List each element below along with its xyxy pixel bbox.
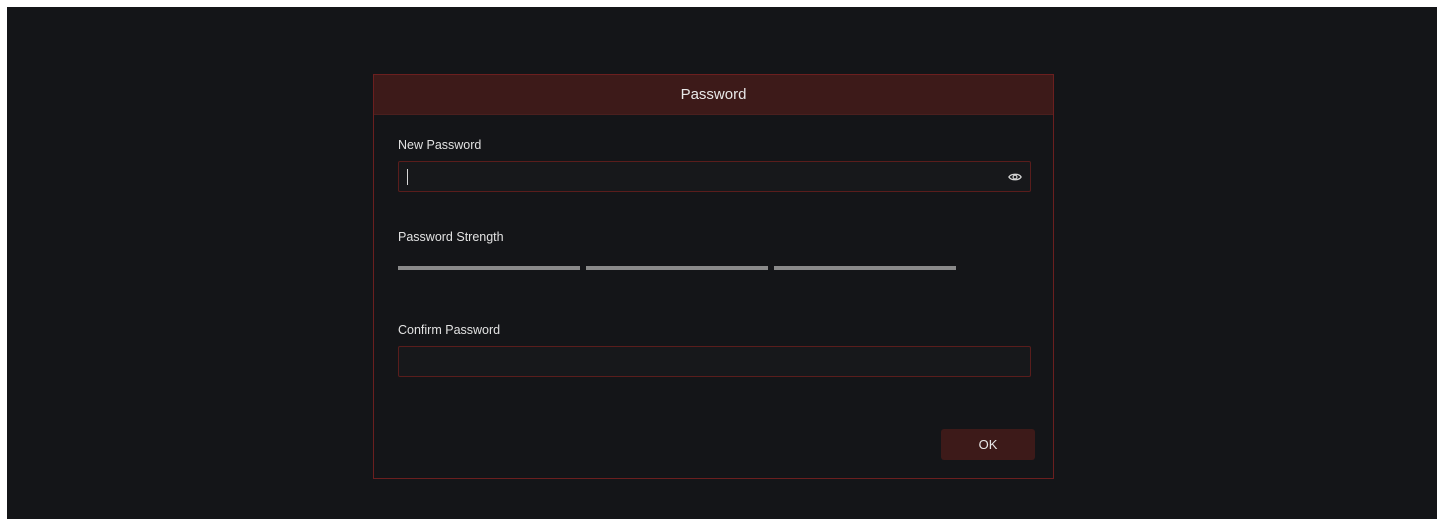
screen-background: Password New Password Password Strength … — [7, 7, 1437, 519]
new-password-label: New Password — [398, 138, 482, 152]
password-strength-label: Password Strength — [398, 230, 504, 244]
password-dialog: Password New Password Password Strength … — [373, 74, 1054, 479]
confirm-password-label: Confirm Password — [398, 323, 501, 337]
new-password-field[interactable] — [398, 161, 1031, 192]
dialog-title: Password — [680, 86, 747, 103]
strength-segment-1 — [398, 266, 580, 270]
confirm-password-field[interactable] — [398, 346, 1031, 377]
ok-button[interactable]: OK — [941, 429, 1035, 460]
text-caret — [407, 169, 408, 185]
strength-segment-2 — [586, 266, 768, 270]
strength-segment-3 — [774, 266, 956, 270]
dialog-header: Password — [374, 75, 1053, 115]
eye-icon[interactable] — [1008, 170, 1022, 184]
